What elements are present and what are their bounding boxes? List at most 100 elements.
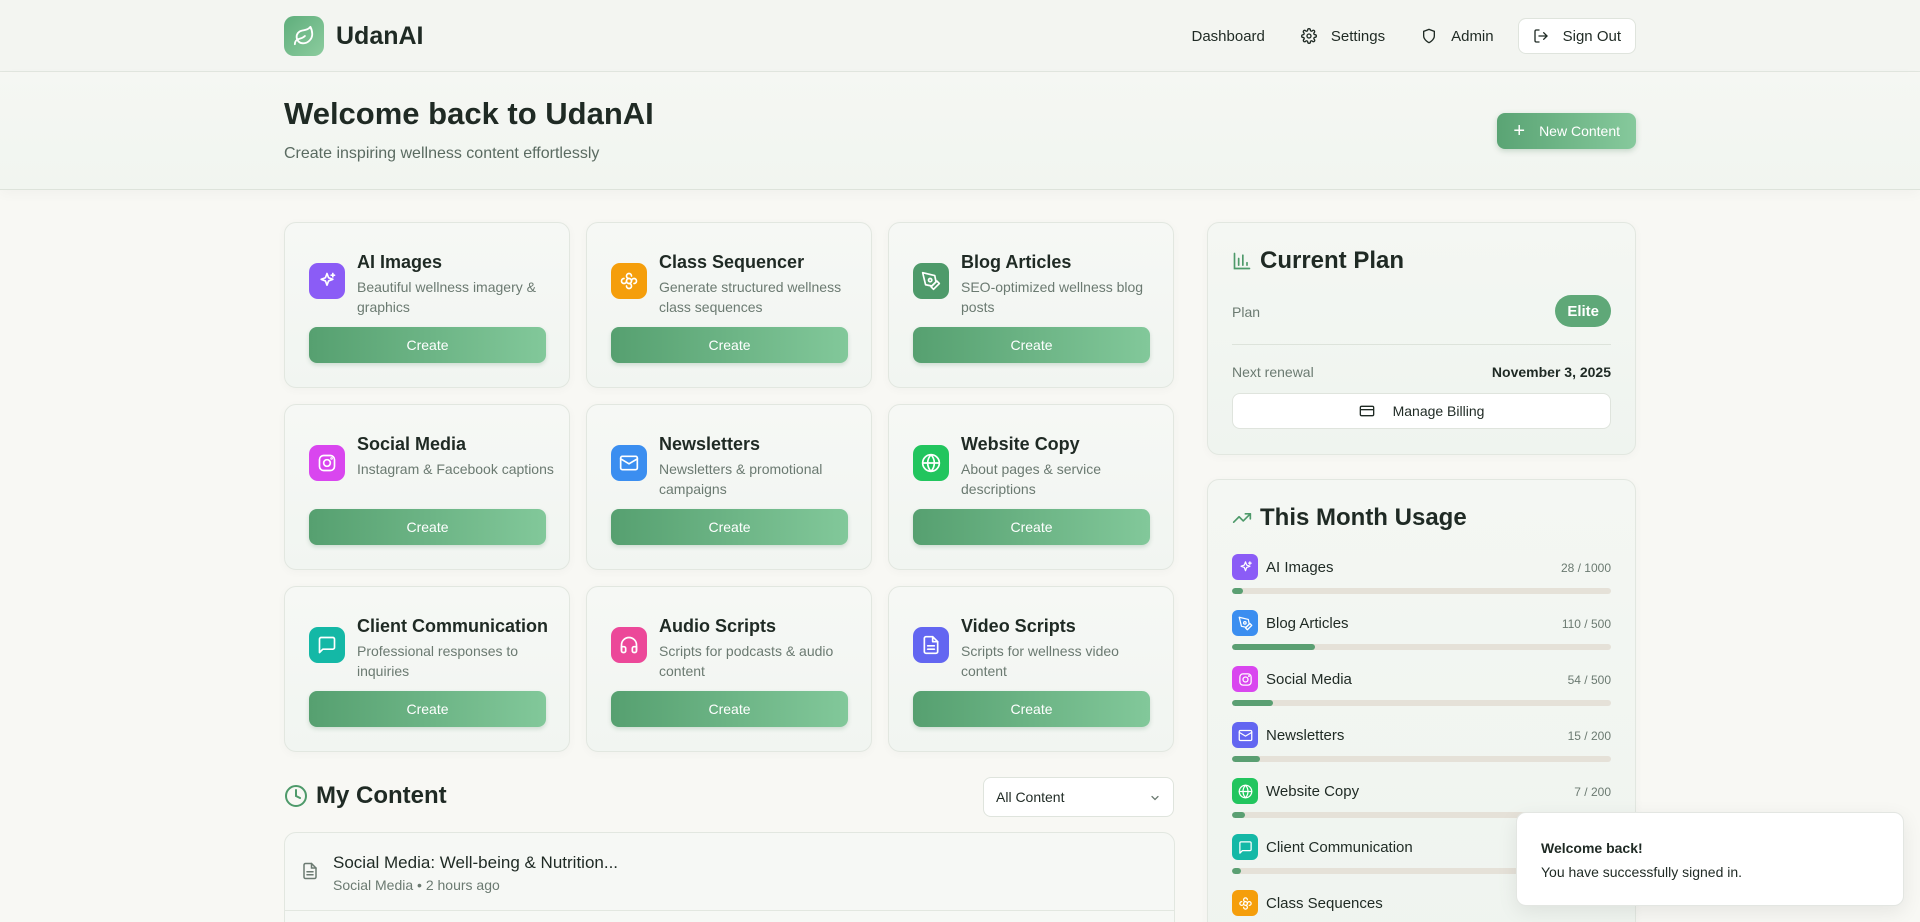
tool-card-description: SEO-optimized wellness blog posts (961, 279, 1144, 315)
sign-out-button[interactable]: Sign Out (1517, 18, 1636, 54)
instagram-icon (1232, 666, 1258, 692)
message-square-icon (309, 627, 345, 663)
plan-label: Plan (1232, 304, 1261, 320)
brand[interactable]: UdanAI (284, 16, 424, 56)
tool-card-title: Class Sequencer (659, 252, 805, 272)
sparkles-icon (1232, 554, 1258, 580)
tool-card-title: Video Scripts (961, 616, 1076, 636)
usage-count: 15 / 200 (1567, 729, 1611, 743)
usage-item-social-media: Social Media 54 / 500 (1232, 666, 1611, 706)
usage-item-blog-articles: Blog Articles 110 / 500 (1232, 610, 1611, 650)
current-plan-header: Current Plan (1232, 247, 1404, 275)
my-content-title: My Content (316, 782, 447, 809)
nav-admin-label: Admin (1451, 27, 1494, 45)
tool-card-title: Newsletters (659, 434, 761, 454)
brand-name: UdanAI (336, 21, 424, 50)
usage-label: AI Images (1266, 559, 1334, 576)
usage-item-ai-images: AI Images 28 / 1000 (1232, 554, 1611, 594)
globe-icon (913, 445, 949, 481)
tool-card-title: Audio Scripts (659, 616, 777, 636)
clock-icon (285, 785, 307, 807)
usage-count: 110 / 500 (1561, 617, 1611, 631)
content-item-title: Social Media: Well-being & Nutrition... (333, 853, 619, 872)
usage-label: Client Communication (1266, 839, 1413, 856)
instagram-icon (309, 445, 345, 481)
tool-card-audio-scripts: Audio Scripts Scripts for podcasts & audi… (586, 586, 872, 752)
shield-icon (1423, 28, 1436, 44)
usage-progress-bar (1232, 756, 1611, 762)
usage-label: Website Copy (1266, 783, 1360, 800)
create-ai-images-button[interactable]: Create (309, 327, 546, 363)
tool-card-description: Instagram & Facebook captions (357, 461, 554, 477)
current-plan-title: Current Plan (1260, 247, 1405, 274)
usage-item-newsletters: Newsletters 15 / 200 (1232, 722, 1611, 762)
tool-card-client-communication: Client Communication Professional respons… (284, 586, 570, 752)
usage-progress-fill (1232, 868, 1242, 874)
create-video-scripts-button[interactable]: Create (913, 691, 1150, 727)
page-title: Welcome back to UdanAI (284, 96, 654, 131)
sign-out-label: Sign Out (1562, 27, 1621, 45)
create-blog-articles-button[interactable]: Create (913, 327, 1150, 363)
usage-label: Newsletters (1266, 727, 1345, 744)
create-newsletters-button[interactable]: Create (611, 509, 848, 545)
page-subtitle: Create inspiring wellness content effort… (284, 145, 600, 162)
file-text-icon (913, 627, 949, 663)
message-square-icon (1232, 834, 1258, 860)
headphones-icon (611, 627, 647, 663)
create-social-media-button[interactable]: Create (309, 509, 546, 545)
renewal-label: Next renewal (1232, 364, 1314, 380)
tool-card-ai-images: AI Images Beautiful wellness imagery & gr… (284, 222, 570, 388)
nav-links: Dashboard Settings Admin Sign Out (1168, 18, 1636, 54)
nav-admin-link[interactable]: Admin (1409, 18, 1506, 54)
content-list-item[interactable]: Social Media: Well-being & Nutrition... … (285, 833, 1174, 911)
usage-label: Class Sequences (1266, 895, 1383, 912)
top-nav: UdanAI Dashboard Settings Admin Sign Out (0, 0, 1920, 72)
create-client-communication-button[interactable]: Create (309, 691, 546, 727)
create-class-sequencer-button[interactable]: Create (611, 327, 848, 363)
credit-card-icon (1359, 405, 1374, 417)
leaf-icon (284, 16, 324, 56)
my-content-header: My Content (284, 782, 447, 810)
tool-card-description: Beautiful wellness imagery & graphics (357, 279, 536, 315)
toast-title: Welcome back! (1541, 840, 1643, 856)
content-filter-select[interactable]: All Content (983, 777, 1174, 817)
create-website-copy-button[interactable]: Create (913, 509, 1150, 545)
manage-billing-label: Manage Billing (1392, 403, 1485, 419)
tool-card-description: Generate structured wellness class seque… (659, 279, 842, 315)
usage-progress-fill (1232, 756, 1261, 762)
usage-progress-bar (1232, 588, 1611, 594)
new-content-button[interactable]: + New Content (1497, 113, 1636, 149)
divider (1232, 344, 1611, 345)
nav-settings-link[interactable]: Settings (1289, 18, 1397, 54)
usage-count: 28 / 1000 (1560, 561, 1611, 575)
create-audio-scripts-button[interactable]: Create (611, 691, 848, 727)
toast-notification[interactable]: Welcome back! You have successfully sign… (1516, 812, 1904, 906)
current-plan-panel: Current Plan Plan Elite Next renewal Nov… (1207, 222, 1636, 455)
flower-icon (1232, 890, 1258, 916)
usage-title: This Month Usage (1260, 504, 1467, 531)
pen-tool-icon (1232, 610, 1258, 636)
new-content-label: New Content (1539, 123, 1620, 139)
tool-card-class-sequencer: Class Sequencer Generate structured welln… (586, 222, 872, 388)
usage-progress-fill (1232, 644, 1316, 650)
toast-message: You have successfully signed in. (1541, 864, 1743, 880)
usage-label: Blog Articles (1266, 615, 1349, 632)
mail-icon (1232, 722, 1258, 748)
tool-card-description: Scripts for podcasts & audio content (659, 643, 834, 679)
usage-progress-fill (1232, 812, 1246, 818)
tool-card-title: Blog Articles (961, 252, 1072, 272)
nav-dashboard-link[interactable]: Dashboard (1180, 18, 1277, 54)
flower-icon (611, 263, 647, 299)
tool-card-description: Professional responses to inquiries (357, 643, 519, 679)
tool-card-description: Newsletters & promotional campaigns (659, 461, 823, 497)
renewal-date: November 3, 2025 (1491, 364, 1611, 380)
manage-billing-button[interactable]: Manage Billing (1232, 393, 1611, 429)
plus-icon: + (1513, 120, 1526, 142)
content-list: Social Media: Well-being & Nutrition... … (284, 832, 1175, 922)
tool-card-title: Website Copy (961, 434, 1080, 454)
pen-tool-icon (913, 263, 949, 299)
welcome-hero: Welcome back to UdanAI Create inspiring … (0, 73, 1920, 190)
tool-card-title: AI Images (357, 252, 443, 272)
tool-card-video-scripts: Video Scripts Scripts for wellness video … (888, 586, 1174, 752)
bar-chart-icon (1233, 252, 1251, 270)
